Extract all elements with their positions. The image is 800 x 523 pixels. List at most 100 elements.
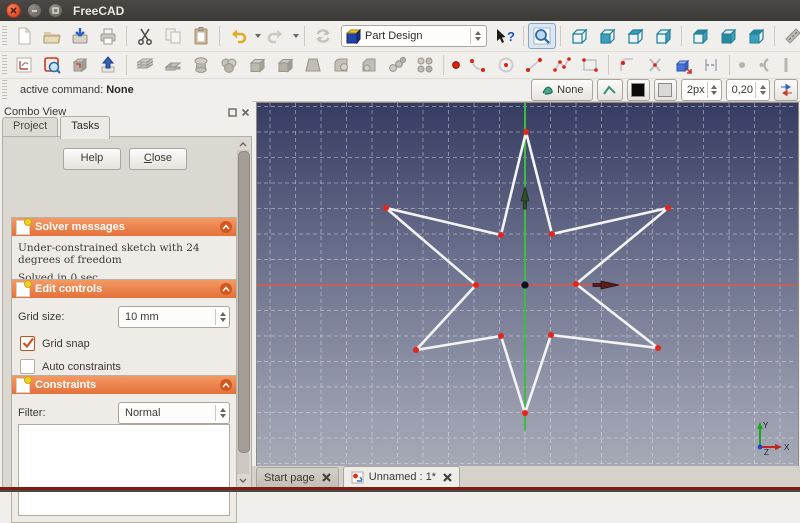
line-color-swatch: [631, 83, 645, 97]
toolbar-grip[interactable]: [2, 26, 7, 46]
collapse-button[interactable]: [220, 379, 232, 391]
view-fit-all-button[interactable]: [528, 23, 556, 49]
view-right-button[interactable]: [649, 23, 677, 49]
constraint-vertical-button[interactable]: [778, 52, 794, 78]
constraints-list[interactable]: [18, 424, 230, 516]
collapse-button[interactable]: [220, 283, 232, 295]
view-top-button[interactable]: [621, 23, 649, 49]
autogroup-label: None: [557, 84, 583, 96]
draft-feature-button[interactable]: [299, 52, 327, 78]
sketch-line-button[interactable]: [520, 52, 548, 78]
save-button[interactable]: [66, 23, 94, 49]
sketch-point-button[interactable]: [448, 52, 464, 78]
leave-sketch-button[interactable]: [94, 52, 122, 78]
autogroup-button[interactable]: None: [531, 79, 593, 101]
fillet-feature-button[interactable]: [327, 52, 355, 78]
collapse-button[interactable]: [220, 221, 232, 233]
sketch-canvas[interactable]: YXZ: [257, 103, 796, 465]
dock-close-icon[interactable]: [241, 108, 250, 117]
linear-pattern-button[interactable]: [383, 52, 411, 78]
scrollbar-thumb[interactable]: [238, 151, 250, 453]
constraint-horizontal-button[interactable]: [794, 52, 800, 78]
new-file-button[interactable]: [10, 23, 38, 49]
pocket-button[interactable]: [159, 52, 187, 78]
sketch-polyline-button[interactable]: [548, 52, 576, 78]
construction-mode-button[interactable]: [697, 52, 725, 78]
solver-messages-header[interactable]: Solver messages: [12, 218, 236, 236]
revolution-button[interactable]: [187, 52, 215, 78]
tab-start-page[interactable]: Start page: [256, 467, 339, 487]
sketch-trim-button[interactable]: [641, 52, 669, 78]
3d-viewport[interactable]: YXZ: [256, 102, 799, 468]
map-sketch-to-face-button[interactable]: [66, 52, 94, 78]
polar-pattern-button[interactable]: [411, 52, 439, 78]
window-close-button[interactable]: [6, 3, 21, 18]
sketch-fillet-button[interactable]: [613, 52, 641, 78]
question-glyph: ?: [507, 29, 515, 44]
close-icon[interactable]: [443, 473, 452, 482]
apply-style-button[interactable]: [774, 79, 798, 101]
cut-button[interactable]: [131, 23, 159, 49]
constraints-header[interactable]: Constraints: [12, 376, 236, 394]
additive-box-button[interactable]: [243, 52, 271, 78]
redo-dropdown[interactable]: [290, 24, 300, 48]
toolbar-separator: [304, 26, 305, 46]
paste-button[interactable]: [187, 23, 215, 49]
grid-size-spinbox[interactable]: 10 mm: [118, 306, 230, 328]
text-scale-spinbox[interactable]: 0,20: [726, 79, 770, 101]
undo-icon: [228, 26, 248, 46]
dock-float-icon[interactable]: [228, 108, 237, 117]
face-color-button[interactable]: [654, 79, 677, 101]
workbench-spinner[interactable]: [470, 28, 484, 44]
constraint-point-on-object-button[interactable]: [750, 52, 778, 78]
open-file-button[interactable]: [38, 23, 66, 49]
tab-unnamed-document[interactable]: Unnamed : 1*: [343, 466, 460, 487]
copy-button[interactable]: [159, 23, 187, 49]
view-rear-button[interactable]: [686, 23, 714, 49]
view-left-button[interactable]: [742, 23, 770, 49]
pad-button[interactable]: [131, 52, 159, 78]
window-minimize-button[interactable]: [27, 3, 42, 18]
whats-this-button[interactable]: ?: [491, 23, 519, 49]
refresh-button[interactable]: [309, 23, 337, 49]
external-geometry-button[interactable]: [669, 52, 697, 78]
close-icon[interactable]: [322, 473, 331, 482]
undo-button[interactable]: [224, 23, 252, 49]
view-sketch-button[interactable]: [38, 52, 66, 78]
constraint-coincident-button[interactable]: [734, 52, 750, 78]
workbench-selector[interactable]: Part Design: [341, 25, 487, 47]
chamfer-feature-button[interactable]: [355, 52, 383, 78]
draft-style-button[interactable]: [597, 79, 623, 101]
sketch-rectangle-button[interactable]: [576, 52, 604, 78]
sketch-circle-button[interactable]: [492, 52, 520, 78]
groove-button[interactable]: [215, 52, 243, 78]
edit-controls-header[interactable]: Edit controls: [12, 280, 236, 298]
window-maximize-button[interactable]: [48, 3, 63, 18]
panel-scrollbar[interactable]: [237, 138, 249, 486]
close-button[interactable]: Close: [129, 148, 187, 170]
new-sketch-button[interactable]: [10, 52, 38, 78]
tab-tasks[interactable]: Tasks: [60, 116, 110, 139]
filter-combobox[interactable]: Normal: [118, 402, 230, 424]
subtractive-box-button[interactable]: [271, 52, 299, 78]
auto-constraints-checkbox[interactable]: [20, 359, 35, 374]
undo-dropdown[interactable]: [252, 24, 262, 48]
view-front-button[interactable]: [593, 23, 621, 49]
tab-project[interactable]: Project: [2, 117, 58, 137]
scroll-up-icon[interactable]: [237, 138, 249, 150]
line-width-spinbox[interactable]: 2px: [681, 79, 722, 101]
print-button[interactable]: [94, 23, 122, 49]
help-button[interactable]: Help: [63, 148, 121, 170]
grid-snap-checkbox[interactable]: [20, 336, 35, 351]
view-axonometric-button[interactable]: [565, 23, 593, 49]
toolbar-grip[interactable]: [2, 80, 7, 100]
redo-button[interactable]: [262, 23, 290, 49]
toolbar-grip[interactable]: [2, 55, 7, 75]
mdi-tabbar: Start page Unnamed : 1*: [252, 466, 800, 487]
measure-distance-button[interactable]: [779, 23, 800, 49]
sketch-arc-button[interactable]: [464, 52, 492, 78]
bottom-view-cube-icon: [718, 26, 738, 46]
scroll-down-icon[interactable]: [237, 474, 249, 486]
view-bottom-button[interactable]: [714, 23, 742, 49]
line-color-button[interactable]: [627, 79, 650, 101]
